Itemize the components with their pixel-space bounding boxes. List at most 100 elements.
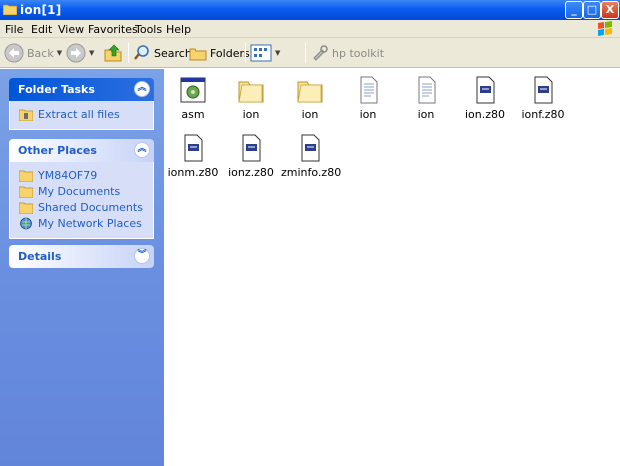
folder-icon — [19, 186, 33, 198]
details-panel: Details ︾ — [9, 245, 154, 268]
file-name: ionm.z80 — [167, 166, 219, 179]
other-places-body: YM84OF79 My Documents Shared Documents M… — [9, 162, 154, 239]
menu-bar: File Edit View Favorites Tools Help — [0, 20, 620, 38]
file-name: ion — [301, 108, 319, 121]
file-name: ion — [417, 108, 435, 121]
views-icon — [250, 44, 272, 62]
folder-tasks-title: Folder Tasks — [18, 83, 95, 96]
back-label: Back — [27, 46, 54, 60]
up-folder-button[interactable] — [103, 42, 123, 64]
menu-help[interactable]: Help — [166, 23, 191, 36]
file-item-ion-folder[interactable]: ion — [222, 74, 280, 121]
extract-icon — [19, 109, 33, 121]
task-pane: Folder Tasks ︽ Extract all files Other P… — [0, 69, 164, 466]
title-bar[interactable]: ion[1] _ □ X — [0, 0, 620, 20]
explorer-window: ion[1] _ □ X File Edit View Favorites To… — [0, 0, 620, 466]
file-item-zminfo-z80[interactable]: zminfo.z80 — [281, 132, 342, 179]
toolbar-separator — [128, 43, 129, 63]
menu-tools[interactable]: Tools — [135, 23, 162, 36]
file-item-ion-text[interactable]: ion — [397, 74, 455, 121]
z80-file-icon — [301, 134, 320, 162]
hp-toolkit-button[interactable]: hp toolkit — [311, 42, 384, 64]
other-places-header[interactable]: Other Places ︽ — [9, 139, 154, 162]
file-name: zminfo.z80 — [281, 166, 342, 179]
collapse-chevron-icon[interactable]: ︽ — [134, 142, 150, 158]
views-button[interactable]: ▼ — [250, 42, 280, 64]
expand-chevron-icon[interactable]: ︾ — [134, 248, 150, 264]
place-label: Shared Documents — [38, 201, 143, 214]
file-item-ion-z80[interactable]: ion.z80 — [456, 74, 514, 121]
place-ym84of79[interactable]: YM84OF79 — [19, 168, 153, 183]
details-title: Details — [18, 250, 62, 263]
other-places-panel: Other Places ︽ YM84OF79 My Documents Sha… — [9, 139, 154, 239]
program-icon — [180, 77, 206, 103]
place-shared-documents[interactable]: Shared Documents — [19, 200, 153, 215]
file-name: ionz.z80 — [228, 166, 274, 179]
place-my-documents[interactable]: My Documents — [19, 184, 153, 199]
minimize-button[interactable]: _ — [565, 1, 583, 19]
file-name: ion.z80 — [464, 108, 506, 121]
folder-icon — [297, 81, 323, 103]
text-file-icon — [418, 76, 436, 104]
up-folder-icon — [104, 44, 122, 62]
z80-file-icon — [534, 76, 553, 104]
back-dropdown-icon[interactable]: ▼ — [57, 49, 62, 57]
window-title: ion[1] — [20, 3, 62, 17]
folders-icon — [189, 48, 207, 61]
z80-file-icon — [184, 134, 203, 162]
toolbar-separator — [245, 43, 246, 63]
file-item-ion-folder[interactable]: ion — [281, 74, 339, 121]
file-name: ionf.z80 — [521, 108, 565, 121]
file-item-ion-text[interactable]: ion — [339, 74, 397, 121]
back-arrow-icon — [4, 43, 24, 63]
menu-favorites[interactable]: Favorites — [88, 23, 138, 36]
search-button[interactable]: Search — [133, 42, 192, 64]
folder-icon — [238, 81, 264, 103]
file-item-ionz-z80[interactable]: ionz.z80 — [222, 132, 280, 179]
file-name: ion — [359, 108, 377, 121]
folder-tasks-header[interactable]: Folder Tasks ︽ — [9, 78, 154, 101]
collapse-chevron-icon[interactable]: ︽ — [134, 81, 150, 97]
place-label: My Network Places — [38, 217, 142, 230]
toolkit-icon — [313, 45, 328, 61]
place-my-network-places[interactable]: My Network Places — [19, 216, 153, 231]
network-icon — [20, 217, 32, 230]
folder-tasks-body: Extract all files — [9, 101, 154, 130]
back-button[interactable]: Back ▼ — [4, 42, 62, 64]
details-header[interactable]: Details ︾ — [9, 245, 154, 268]
folder-icon — [19, 170, 33, 182]
file-item-asm[interactable]: asm — [164, 74, 222, 121]
folder-icon — [3, 4, 17, 15]
folder-icon — [19, 202, 33, 214]
file-item-ionm-z80[interactable]: ionm.z80 — [164, 132, 222, 179]
menu-file[interactable]: File — [5, 23, 23, 36]
z80-file-icon — [476, 76, 495, 104]
forward-button[interactable]: ▼ — [66, 42, 94, 64]
folders-label: Folders — [210, 46, 250, 60]
place-label: My Documents — [38, 185, 121, 198]
toolbar-separator — [305, 43, 306, 63]
place-label: YM84OF79 — [38, 169, 98, 182]
forward-arrow-icon — [66, 43, 86, 63]
task-extract-all-files[interactable]: Extract all files — [19, 107, 153, 122]
hp-toolkit-label: hp toolkit — [332, 46, 385, 60]
search-label: Search — [154, 46, 192, 60]
z80-file-icon — [242, 134, 261, 162]
file-name: ion — [242, 108, 260, 121]
toolbar: Back ▼ ▼ Search Folders ▼ hp toolkit — [0, 38, 620, 68]
file-item-ionf-z80[interactable]: ionf.z80 — [514, 74, 572, 121]
forward-dropdown-icon[interactable]: ▼ — [89, 49, 94, 57]
windows-logo-icon — [598, 21, 612, 36]
task-label: Extract all files — [38, 108, 120, 121]
maximize-button[interactable]: □ — [583, 1, 601, 19]
other-places-title: Other Places — [18, 144, 97, 157]
menu-edit[interactable]: Edit — [31, 23, 52, 36]
folders-button[interactable]: Folders — [189, 42, 250, 64]
views-dropdown-icon[interactable]: ▼ — [275, 49, 280, 57]
file-list: asm ion ion ion ion ion.z80 ionf.z80 ion… — [164, 69, 620, 466]
file-name: asm — [181, 108, 205, 121]
menu-view[interactable]: View — [58, 23, 84, 36]
close-button[interactable]: X — [601, 1, 619, 19]
text-file-icon — [360, 76, 378, 104]
search-icon — [134, 45, 149, 60]
